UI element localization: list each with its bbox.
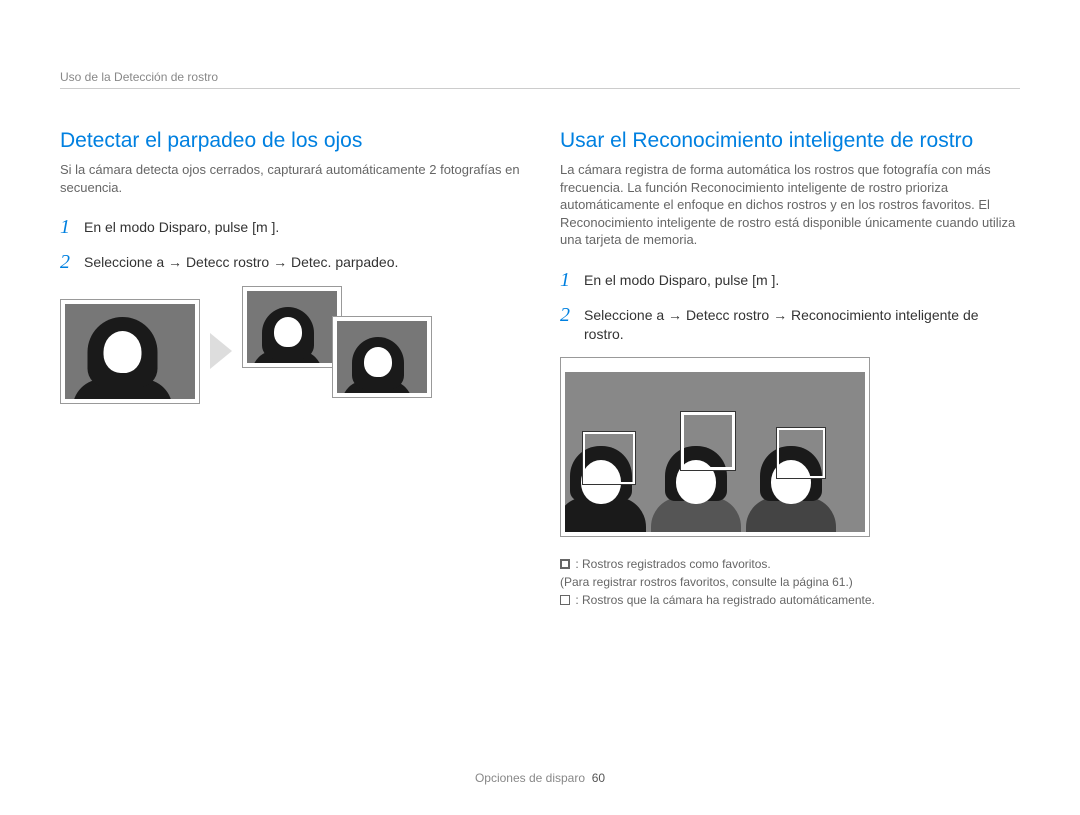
breadcrumb: Uso de la Detección de rostro bbox=[60, 70, 1020, 89]
step-number: 2 bbox=[560, 304, 584, 327]
step-text: En el modo Disparo, pulse [m ]. bbox=[584, 269, 779, 291]
step-text: Seleccione a → Detecc rostro → Reconocim… bbox=[584, 304, 1020, 345]
legend-line-auto: : Rostros que la cámara ha registrado au… bbox=[560, 591, 1020, 609]
step-number: 1 bbox=[560, 269, 584, 292]
intro-text-right: La cámara registra de forma automática l… bbox=[560, 161, 1020, 249]
face-detect-box bbox=[777, 428, 825, 478]
legend-text: : Rostros que la cámara ha registrado au… bbox=[575, 593, 874, 607]
page-footer: Opciones de disparo 60 bbox=[0, 771, 1080, 785]
legend-text: : Rostros registrados como favoritos. bbox=[575, 557, 770, 571]
step-1-left: 1 En el modo Disparo, pulse [m ]. bbox=[60, 216, 520, 239]
face-detect-box-favorite bbox=[681, 412, 735, 470]
face-result-2 bbox=[337, 321, 427, 393]
face-closed-eyes bbox=[65, 304, 195, 399]
face-detect-box bbox=[583, 432, 635, 484]
photo-frame bbox=[60, 299, 200, 404]
face-result-1 bbox=[247, 291, 337, 363]
step-2-right: 2 Seleccione a → Detecc rostro → Reconoc… bbox=[560, 304, 1020, 345]
step-number: 2 bbox=[60, 251, 84, 274]
left-column: Detectar el parpadeo de los ojos Si la c… bbox=[60, 129, 520, 609]
step-text: Seleccione a → Detecc rostro → Detec. pa… bbox=[84, 251, 398, 273]
photo-frame bbox=[332, 316, 432, 398]
legend: : Rostros registrados como favoritos. (P… bbox=[560, 555, 1020, 609]
section-title-blink: Detectar el parpadeo de los ojos bbox=[60, 129, 520, 153]
step-2-left: 2 Seleccione a → Detecc rostro → Detec. … bbox=[60, 251, 520, 274]
footer-section: Opciones de disparo bbox=[475, 771, 585, 785]
blink-illustration bbox=[60, 286, 520, 416]
step-text: En el modo Disparo, pulse [m ]. bbox=[84, 216, 279, 238]
photo-frame bbox=[242, 286, 342, 368]
step-1-right: 1 En el modo Disparo, pulse [m ]. bbox=[560, 269, 1020, 292]
legend-line-favorite: : Rostros registrados como favoritos. bbox=[560, 555, 1020, 573]
arrow-right-icon bbox=[210, 333, 232, 369]
legend-line-favorite-note: (Para registrar rostros favoritos, consu… bbox=[560, 573, 1020, 591]
photo-frame bbox=[560, 357, 870, 537]
group-photo bbox=[565, 372, 865, 532]
step-number: 1 bbox=[60, 216, 84, 239]
auto-box-icon bbox=[560, 595, 570, 605]
favorite-box-icon bbox=[560, 559, 570, 569]
intro-text-left: Si la cámara detecta ojos cerrados, capt… bbox=[60, 161, 520, 196]
page-number: 60 bbox=[592, 771, 605, 785]
section-title-smart-face: Usar el Reconocimiento inteligente de ro… bbox=[560, 129, 1020, 153]
right-column: Usar el Reconocimiento inteligente de ro… bbox=[560, 129, 1020, 609]
